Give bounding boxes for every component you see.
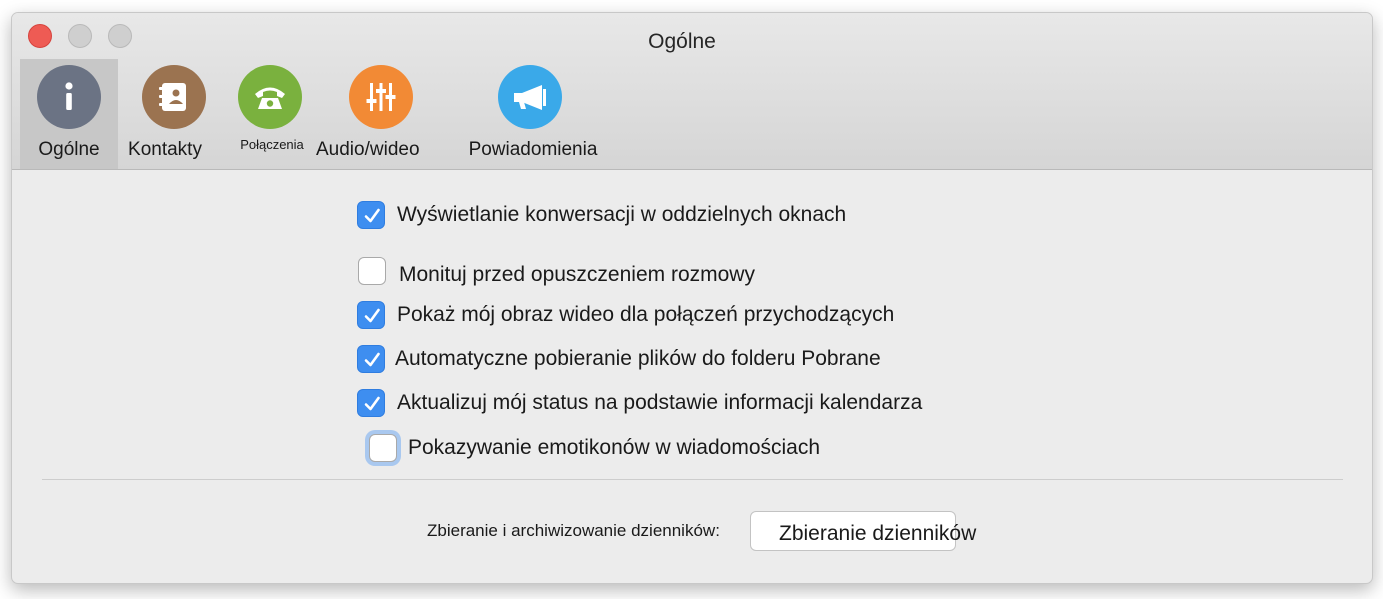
window-title: Ogólne (648, 30, 716, 53)
tab-calls-label: Połączenia (240, 137, 304, 152)
checkmark-icon (364, 352, 380, 367)
sliders-icon (349, 65, 413, 129)
tab-audio-video[interactable]: Audio/wideo (316, 59, 420, 169)
tab-notifications[interactable]: Powiadomienia (458, 59, 608, 169)
section-divider (42, 479, 1343, 480)
tab-contacts[interactable]: Kontakty (122, 59, 208, 169)
info-icon (37, 65, 101, 129)
checkbox-show-emoticons[interactable] (369, 434, 397, 462)
option-label: Aktualizuj mój status na podstawie infor… (397, 391, 923, 414)
checkbox-show-my-video[interactable] (357, 301, 385, 329)
option-label: Pokaż mój obraz wideo dla połączeń przyc… (397, 303, 895, 326)
toolbar: Ogólne Ogólne Kontakty Połączenia Audio/… (12, 13, 1372, 170)
tab-notifications-label: Powiadomienia (468, 139, 598, 160)
option-label: Wyświetlanie konwersacji w oddzielnych o… (397, 203, 847, 226)
option-label: Automatyczne pobieranie plików do folder… (395, 347, 881, 370)
checkbox-separate-windows[interactable] (357, 201, 385, 229)
checkbox-calendar-status[interactable] (357, 389, 385, 417)
checkmark-icon (364, 308, 380, 323)
option-label: Monituj przed opuszczeniem rozmowy (399, 263, 755, 286)
option-label: Pokazywanie emotikonów w wiadomościach (408, 436, 821, 459)
tab-general[interactable]: Ogólne (20, 59, 118, 169)
checkmark-icon (364, 396, 380, 411)
phone-icon (238, 65, 302, 129)
checkmark-icon (364, 208, 380, 223)
logs-label: Zbieranie i archiwizowanie dzienników: (427, 521, 720, 540)
collect-logs-button[interactable]: Zbieranie dzienników (750, 511, 976, 551)
contacts-book-icon (142, 65, 206, 129)
tab-contacts-label: Kontakty (128, 139, 202, 160)
checkbox-auto-download[interactable] (357, 345, 385, 373)
preferences-window: Ogólne Ogólne Kontakty Połączenia Audio/… (11, 12, 1373, 584)
checkbox-prompt-before-leaving[interactable] (358, 257, 386, 285)
tab-audio-video-label: Audio/wideo (316, 139, 420, 160)
tab-general-label: Ogólne (38, 139, 100, 160)
tab-calls[interactable]: Połączenia (234, 59, 310, 169)
megaphone-icon (498, 65, 562, 129)
